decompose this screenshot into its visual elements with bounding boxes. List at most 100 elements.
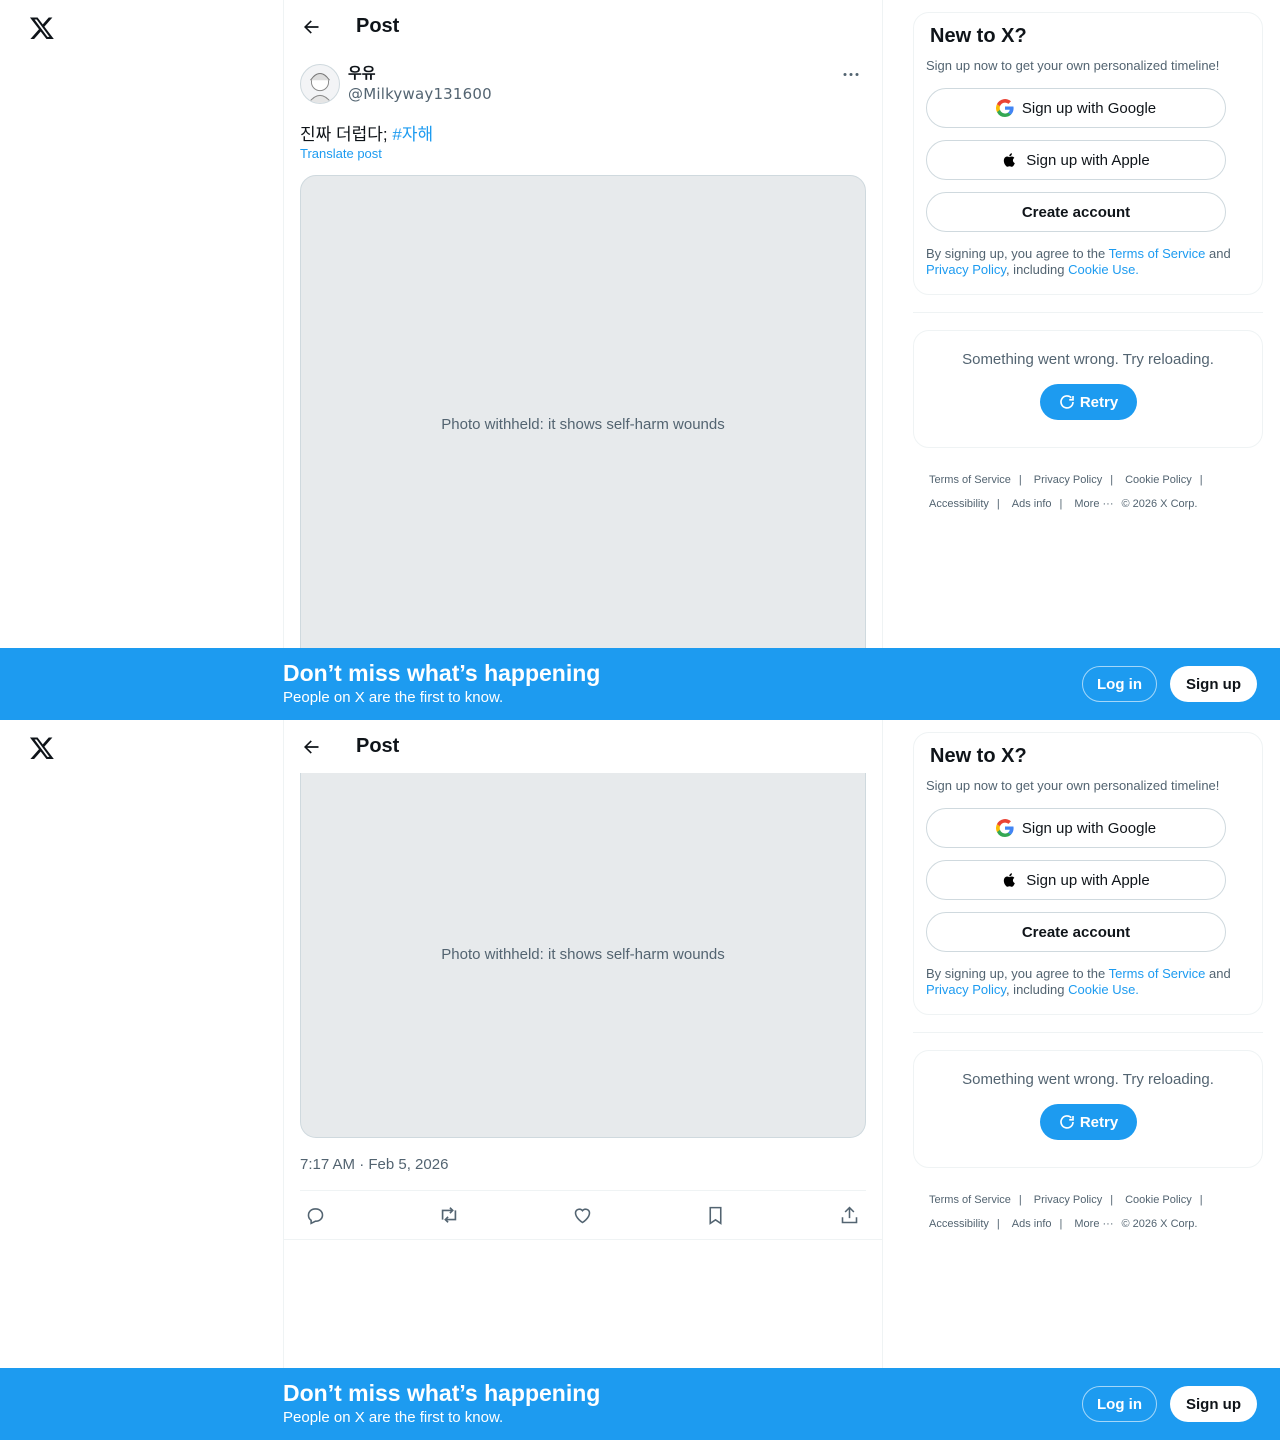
more-options-button[interactable] xyxy=(836,64,866,84)
author-display-name[interactable]: 우유 xyxy=(348,64,492,84)
login-button[interactable]: Log in xyxy=(1082,1386,1157,1422)
retry-label: Retry xyxy=(1079,1113,1119,1131)
post-media-placeholder[interactable]: Photo withheld: it shows self-harm wound… xyxy=(300,175,866,675)
signup-card: New to X? Sign up now to get your own pe… xyxy=(913,732,1263,1015)
divider xyxy=(284,1239,882,1240)
author-handle[interactable]: @Milkyway131600 xyxy=(348,84,492,104)
footer-accessibility[interactable]: Accessibility xyxy=(929,1218,989,1230)
footer-terms[interactable]: Terms of Service xyxy=(929,474,1011,486)
footer-ads[interactable]: Ads info xyxy=(1012,1218,1052,1230)
share-button[interactable] xyxy=(838,1204,860,1226)
share-icon xyxy=(841,1206,857,1223)
bookmark-icon xyxy=(709,1206,722,1225)
primary-column: Post Photo withheld: it shows self-harm … xyxy=(283,720,883,1440)
author-names: 우유 @Milkyway131600 xyxy=(348,64,492,104)
post-author[interactable]: 우유 @Milkyway131600 xyxy=(300,64,492,104)
footer-more[interactable]: More ··· xyxy=(1074,498,1113,510)
reply-button[interactable] xyxy=(304,1204,326,1226)
signup-button[interactable]: Sign up xyxy=(1170,666,1257,702)
footer-copyright: © 2026 X Corp. xyxy=(1121,1218,1198,1230)
signup-subtitle: Sign up now to get your own personalized… xyxy=(926,778,1220,793)
legal-and: and xyxy=(1205,246,1231,261)
signup-button[interactable]: Sign up xyxy=(1170,1386,1257,1422)
privacy-link[interactable]: Privacy Policy xyxy=(926,982,1006,997)
privacy-link[interactable]: Privacy Policy xyxy=(926,262,1006,277)
error-message: Something went wrong. Try reloading. xyxy=(962,1071,1214,1088)
back-button[interactable] xyxy=(294,10,328,44)
refresh-icon xyxy=(1060,1115,1074,1129)
signup-subtitle: Sign up now to get your own personalized… xyxy=(926,58,1220,73)
media-withheld-note: Photo withheld: it shows self-harm wound… xyxy=(441,416,725,433)
repost-button[interactable] xyxy=(438,1204,460,1226)
x-logo-icon[interactable] xyxy=(29,15,55,41)
post-timestamp[interactable]: 7:17 AM · Feb 5, 2026 xyxy=(300,1156,448,1173)
viewport-scrolled: Post Photo withheld: it shows self-harm … xyxy=(0,720,1280,1440)
signup-legal-text: By signing up, you agree to the Terms of… xyxy=(926,966,1250,998)
retry-button[interactable]: Retry xyxy=(1039,384,1137,420)
hashtag-link[interactable]: #자해 xyxy=(392,125,433,144)
footer-ads[interactable]: Ads info xyxy=(1012,498,1052,510)
error-card: Something went wrong. Try reloading. Ret… xyxy=(913,1050,1263,1168)
arrow-left-icon xyxy=(304,739,319,754)
refresh-icon xyxy=(1060,395,1074,409)
footer-privacy[interactable]: Privacy Policy xyxy=(1034,1194,1102,1206)
more-dots-icon xyxy=(843,72,859,76)
google-icon xyxy=(995,819,1014,837)
apple-signup-label: Sign up with Apple xyxy=(1026,151,1150,169)
post-media-placeholder[interactable]: Photo withheld: it shows self-harm wound… xyxy=(300,773,866,1138)
footer-links: Terms of Service | Privacy Policy | Cookie P… xyxy=(929,1194,1203,1230)
terms-link[interactable]: Terms of Service xyxy=(1109,246,1206,261)
signup-title: New to X? xyxy=(930,25,1027,47)
footer-accessibility[interactable]: Accessibility xyxy=(929,498,989,510)
footer-cookie[interactable]: Cookie Policy xyxy=(1125,1194,1192,1206)
footer-terms[interactable]: Terms of Service xyxy=(929,1194,1011,1206)
footer-privacy[interactable]: Privacy Policy xyxy=(1034,474,1102,486)
like-button[interactable] xyxy=(571,1204,593,1226)
create-account-button[interactable]: Create account xyxy=(926,912,1226,952)
google-signup-button[interactable]: Sign up with Google xyxy=(926,808,1226,848)
google-icon xyxy=(995,99,1014,117)
signup-banner: Don’t miss what’s happening People on X … xyxy=(0,648,1280,720)
footer-more[interactable]: More ··· xyxy=(1074,1218,1113,1230)
bookmark-button[interactable] xyxy=(705,1204,727,1226)
legal-prefix: By signing up, you agree to the xyxy=(926,966,1109,981)
error-message: Something went wrong. Try reloading. xyxy=(962,351,1214,368)
apple-icon xyxy=(1002,151,1018,169)
apple-icon xyxy=(1002,871,1018,889)
signup-legal-text: By signing up, you agree to the Terms of… xyxy=(926,246,1250,278)
cookie-link[interactable]: Cookie Use. xyxy=(1068,982,1139,997)
legal-including: , including xyxy=(1005,262,1069,277)
avatar[interactable] xyxy=(300,64,340,104)
page-title: Post xyxy=(356,735,400,757)
retry-button[interactable]: Retry xyxy=(1039,1104,1137,1140)
media-withheld-note: Photo withheld: it shows self-harm wound… xyxy=(441,946,725,963)
cookie-link[interactable]: Cookie Use. xyxy=(1068,262,1139,277)
create-account-button[interactable]: Create account xyxy=(926,192,1226,232)
translate-post-link[interactable]: Translate post xyxy=(300,146,382,161)
back-button[interactable] xyxy=(294,730,328,764)
footer-cookie[interactable]: Cookie Policy xyxy=(1125,474,1192,486)
post-body: 진짜 더럽다; xyxy=(300,125,393,144)
post-text: 진짜 더럽다; #자해 xyxy=(300,120,433,145)
sidebar: New to X? Sign up now to get your own pe… xyxy=(913,12,1263,516)
x-logo-icon[interactable] xyxy=(29,735,55,761)
apple-signup-label: Sign up with Apple xyxy=(1026,871,1150,889)
sidebar: New to X? Sign up now to get your own pe… xyxy=(913,732,1263,1236)
signup-title: New to X? xyxy=(930,745,1027,767)
signup-banner: Don’t miss what’s happening People on X … xyxy=(0,1368,1280,1440)
apple-signup-button[interactable]: Sign up with Apple xyxy=(926,860,1226,900)
banner-headline: Don’t miss what’s happening xyxy=(283,1380,601,1406)
post-actions xyxy=(300,1190,866,1239)
retry-label: Retry xyxy=(1079,393,1119,411)
post-header: Post xyxy=(284,0,882,53)
error-card: Something went wrong. Try reloading. Ret… xyxy=(913,330,1263,448)
divider xyxy=(913,312,1263,313)
login-button[interactable]: Log in xyxy=(1082,666,1157,702)
apple-signup-button[interactable]: Sign up with Apple xyxy=(926,140,1226,180)
google-signup-label: Sign up with Google xyxy=(1021,819,1157,837)
terms-link[interactable]: Terms of Service xyxy=(1109,966,1206,981)
google-signup-button[interactable]: Sign up with Google xyxy=(926,88,1226,128)
banner-headline: Don’t miss what’s happening xyxy=(283,660,601,686)
arrow-left-icon xyxy=(304,19,319,34)
legal-prefix: By signing up, you agree to the xyxy=(926,246,1109,261)
